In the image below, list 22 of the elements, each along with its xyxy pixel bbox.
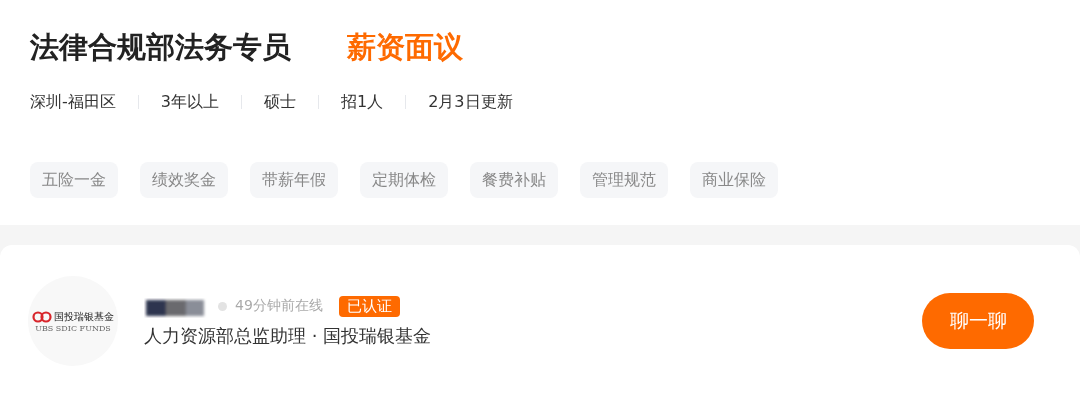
job-meta: 3年以上 — [160, 91, 219, 113]
benefit-tag: 餐费补贴 — [470, 162, 558, 198]
job-meta: 硕士 — [263, 91, 296, 113]
salary: 薪资面议 — [347, 29, 463, 66]
job-meta: 2月3日更新 — [428, 91, 513, 113]
benefit-tag: 五险一金 — [30, 162, 118, 198]
benefit-tag: 带薪年假 — [250, 162, 338, 198]
status-dot — [218, 301, 227, 311]
job-meta: 深圳-福田区 — [30, 91, 116, 113]
rings-icon — [32, 310, 52, 323]
benefit-tag: 商业保险 — [690, 162, 778, 198]
benefit-tag: 定期体检 — [360, 162, 448, 198]
verified-badge: 已认证 — [338, 295, 400, 317]
online-status: 49分钟前在线 — [235, 297, 323, 315]
job-meta: 招1人 — [340, 91, 384, 113]
logo-text: 国投瑞银基金 — [54, 309, 114, 324]
logo-subtext: UBS SDIC FUNDS — [35, 323, 111, 333]
benefit-tag: 管理规范 — [580, 162, 668, 198]
job-title: 法律合规部法务专员 — [30, 29, 291, 66]
benefit-tag: 绩效奖金 — [140, 162, 228, 198]
recruiter-position: 人力资源部总监助理 · 国投瑞银基金 — [144, 324, 433, 348]
chat-button[interactable]: 聊一聊 — [922, 293, 1034, 349]
